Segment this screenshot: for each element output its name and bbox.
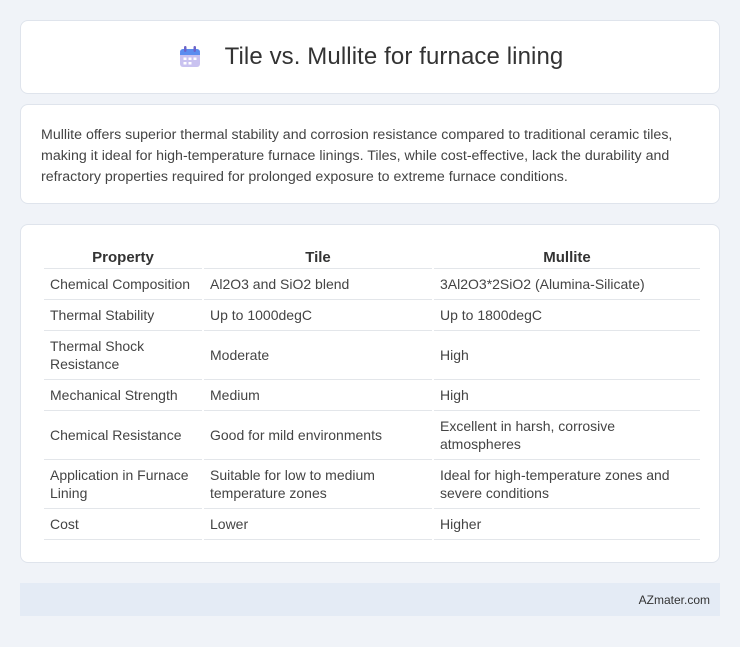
property-cell: Cost: [44, 509, 202, 540]
comparison-table: Property Tile Mullite Chemical Compositi…: [42, 245, 702, 540]
summary-text: Mullite offers superior thermal stabilit…: [41, 127, 673, 185]
mullite-cell: 3Al2O3*2SiO2 (Alumina-Silicate): [434, 269, 700, 300]
tile-cell: Al2O3 and SiO2 blend: [204, 269, 432, 300]
table-row: Cost Lower Higher: [44, 509, 700, 540]
table-row: Chemical Resistance Good for mild enviro…: [44, 411, 700, 460]
table-row: Thermal Shock Resistance Moderate High: [44, 331, 700, 380]
tile-cell: Medium: [204, 380, 432, 411]
table-row: Chemical Composition Al2O3 and SiO2 blen…: [44, 269, 700, 300]
property-cell: Thermal Stability: [44, 300, 202, 331]
tile-cell: Lower: [204, 509, 432, 540]
tile-cell: Suitable for low to medium temperature z…: [204, 460, 432, 509]
tile-cell: Up to 1000degC: [204, 300, 432, 331]
mullite-cell: Excellent in harsh, corrosive atmosphere…: [434, 411, 700, 460]
property-cell: Chemical Resistance: [44, 411, 202, 460]
mullite-cell: Ideal for high-temperature zones and sev…: [434, 460, 700, 509]
footer-brand: AZmater.com: [638, 592, 710, 607]
property-cell: Application in Furnace Lining: [44, 460, 202, 509]
property-cell: Mechanical Strength: [44, 380, 202, 411]
tile-cell: Moderate: [204, 331, 432, 380]
header-property: Property: [44, 245, 202, 269]
mullite-cell: High: [434, 331, 700, 380]
calendar-icon: [177, 44, 203, 70]
table-header-row: Property Tile Mullite: [44, 245, 700, 269]
property-cell: Thermal Shock Resistance: [44, 331, 202, 380]
mullite-cell: Up to 1800degC: [434, 300, 700, 331]
footer-bar: AZmater.com: [20, 583, 720, 616]
header-mullite: Mullite: [434, 245, 700, 269]
title-card: Tile vs. Mullite for furnace lining: [20, 20, 720, 94]
table-row: Mechanical Strength Medium High: [44, 380, 700, 411]
mullite-cell: Higher: [434, 509, 700, 540]
table-row: Thermal Stability Up to 1000degC Up to 1…: [44, 300, 700, 331]
summary-card: Mullite offers superior thermal stabilit…: [20, 104, 720, 204]
tile-cell: Good for mild environments: [204, 411, 432, 460]
header-tile: Tile: [204, 245, 432, 269]
page-title: Tile vs. Mullite for furnace lining: [224, 43, 564, 70]
comparison-table-card: Property Tile Mullite Chemical Compositi…: [20, 224, 720, 563]
table-row: Application in Furnace Lining Suitable f…: [44, 460, 700, 509]
property-cell: Chemical Composition: [44, 269, 202, 300]
mullite-cell: High: [434, 380, 700, 411]
